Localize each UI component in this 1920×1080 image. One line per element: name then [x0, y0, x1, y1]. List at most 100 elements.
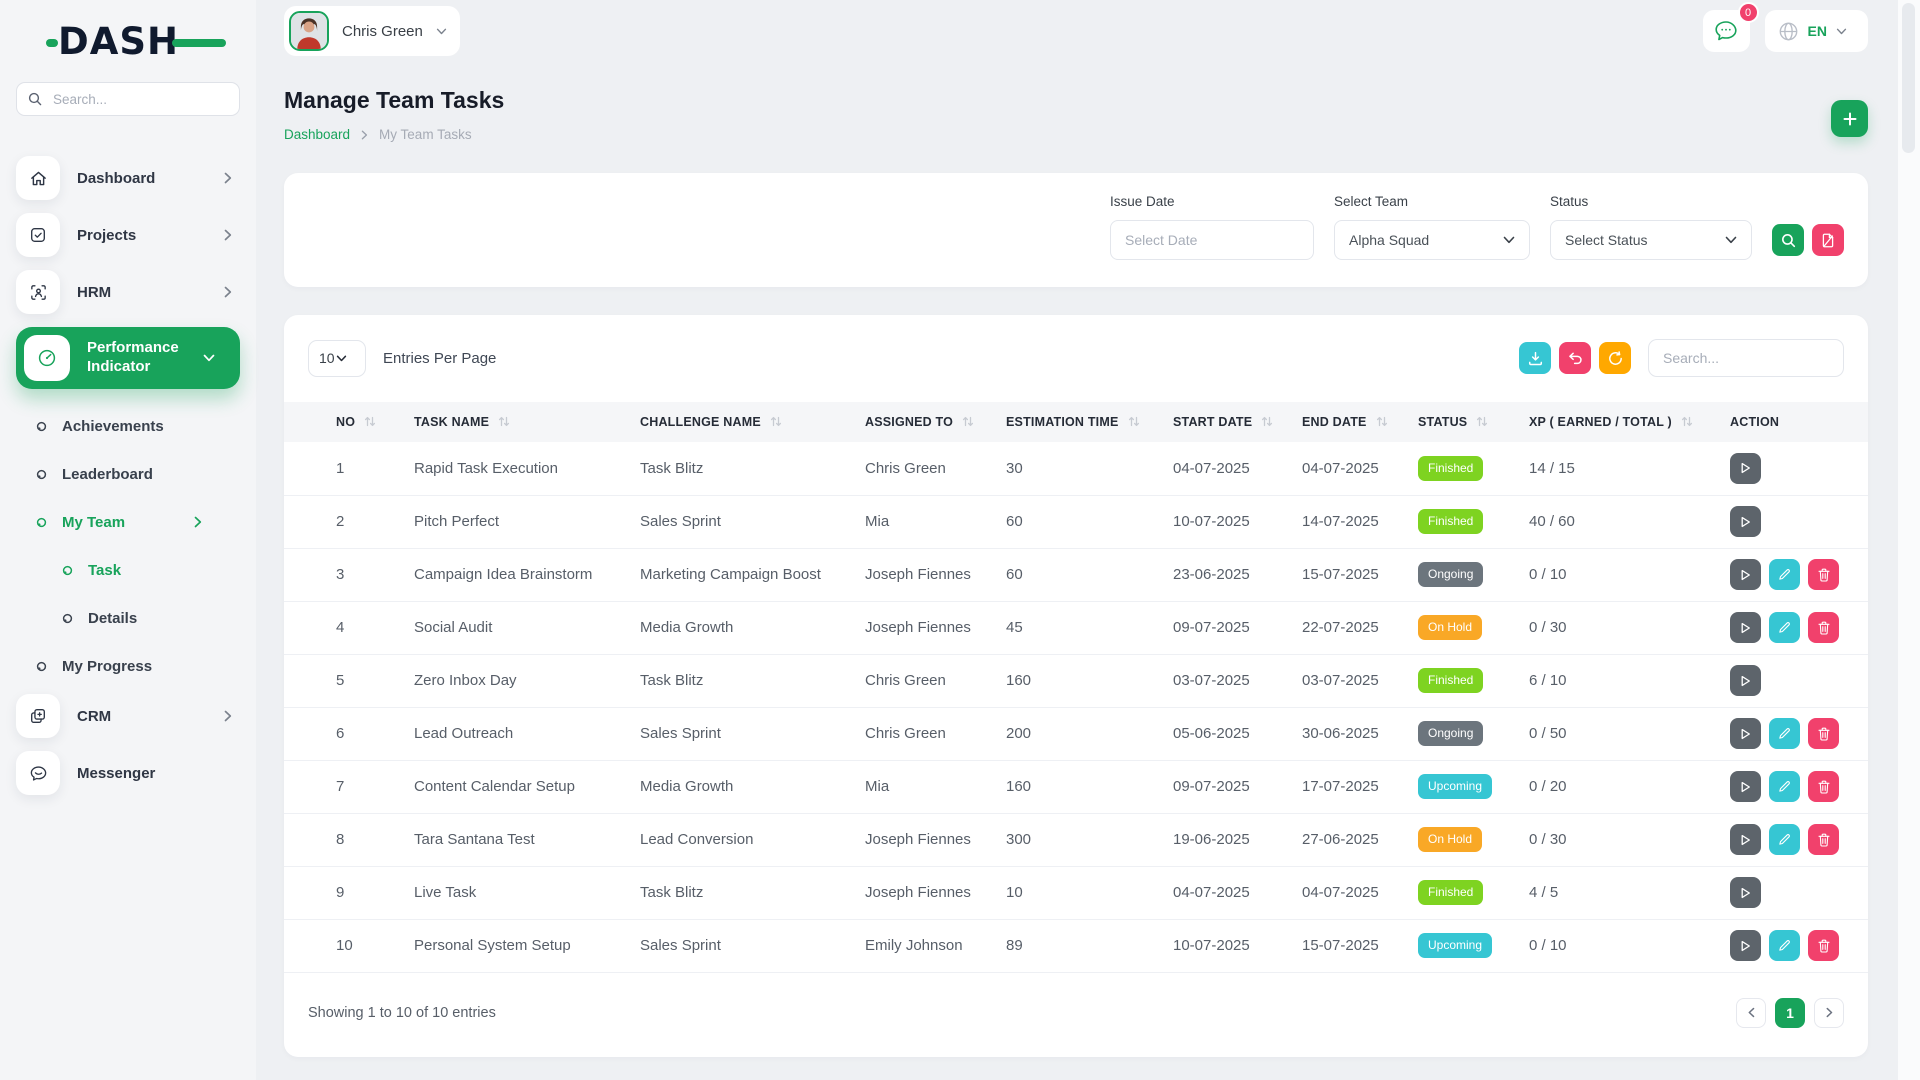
undo-icon [1568, 352, 1583, 365]
cell-start-date: 09-07-2025 [1165, 760, 1294, 813]
status-select-value: Select Status [1565, 232, 1648, 248]
add-task-button[interactable] [1831, 100, 1868, 137]
scrollbar[interactable] [1898, 0, 1920, 1080]
export-download-button[interactable] [1519, 342, 1551, 374]
sidebar-item-leaderboard[interactable]: Leaderboard [16, 450, 240, 498]
sidebar-item-achievements[interactable]: Achievements [16, 402, 240, 450]
delete-task-button[interactable] [1808, 824, 1839, 855]
table-row: 4Social AuditMedia GrowthJoseph Fiennes4… [284, 601, 1868, 654]
entries-per-page-select[interactable]: 10 [308, 340, 366, 377]
view-task-button[interactable] [1730, 824, 1761, 855]
view-task-button[interactable] [1730, 930, 1761, 961]
cell-start-date: 05-06-2025 [1165, 707, 1294, 760]
pagination-prev-button[interactable] [1736, 998, 1766, 1028]
delete-task-button[interactable] [1808, 612, 1839, 643]
column-header-xp[interactable]: XP ( EARNED / TOTAL ) [1521, 402, 1722, 442]
view-task-button[interactable] [1730, 612, 1761, 643]
view-task-button[interactable] [1730, 665, 1761, 696]
sidebar-item-hrm[interactable]: HRM [16, 270, 240, 314]
chevron-right-icon [361, 130, 368, 140]
main-area: Chris Green 0 EN Manage Team Tasks [256, 0, 1898, 1080]
edit-task-button[interactable] [1769, 930, 1800, 961]
cell-assigned-to: Chris Green [857, 442, 998, 495]
delete-task-button[interactable] [1808, 771, 1839, 802]
pagination-next-button[interactable] [1814, 998, 1844, 1028]
cell-estimation-time: 60 [998, 495, 1165, 548]
sidebar-item-messenger[interactable]: Messenger [16, 751, 240, 795]
cell-assigned-to: Chris Green [857, 707, 998, 760]
cell-status: Finished [1410, 495, 1521, 548]
view-task-button[interactable] [1730, 559, 1761, 590]
column-header-end-date[interactable]: END DATE [1294, 402, 1410, 442]
edit-task-button[interactable] [1769, 612, 1800, 643]
sidebar-item-label: HRM [77, 284, 224, 301]
sidebar-search-input[interactable] [51, 91, 228, 108]
column-header-status[interactable]: STATUS [1410, 402, 1521, 442]
sidebar-item-my-team[interactable]: My Team [16, 498, 240, 546]
column-header-start-date[interactable]: START DATE [1165, 402, 1294, 442]
filter-clear-button[interactable] [1812, 224, 1844, 256]
cell-challenge-name: Task Blitz [632, 654, 857, 707]
cell-no: 7 [284, 760, 406, 813]
column-header-estimation-time[interactable]: ESTIMATION TIME [998, 402, 1165, 442]
view-task-button[interactable] [1730, 771, 1761, 802]
status-badge: Upcoming [1418, 774, 1492, 799]
sidebar-item-my-progress[interactable]: My Progress [16, 642, 240, 690]
sort-icon [962, 416, 974, 427]
view-task-button[interactable] [1730, 453, 1761, 484]
refresh-button[interactable] [1599, 342, 1631, 374]
cell-start-date: 19-06-2025 [1165, 813, 1294, 866]
table-row: 2Pitch PerfectSales SprintMia6010-07-202… [284, 495, 1868, 548]
table-row: 7Content Calendar SetupMedia GrowthMia16… [284, 760, 1868, 813]
trash-icon [1818, 727, 1830, 741]
edit-task-button[interactable] [1769, 718, 1800, 749]
cell-challenge-name: Lead Conversion [632, 813, 857, 866]
sidebar-item-crm[interactable]: CRM [16, 694, 240, 738]
sidebar-item-task[interactable]: Task [16, 546, 240, 594]
cell-task-name: Content Calendar Setup [406, 760, 632, 813]
cell-challenge-name: Media Growth [632, 760, 857, 813]
column-header-challenge-name[interactable]: CHALLENGE NAME [632, 402, 857, 442]
user-menu[interactable]: Chris Green [284, 6, 460, 56]
view-task-button[interactable] [1730, 718, 1761, 749]
issue-date-input[interactable] [1110, 220, 1314, 260]
sidebar-item-performance-indicator[interactable]: Performance Indicator [16, 327, 240, 389]
edit-task-button[interactable] [1769, 559, 1800, 590]
edit-task-button[interactable] [1769, 771, 1800, 802]
team-select[interactable]: Alpha Squad [1334, 220, 1530, 260]
cell-status: Upcoming [1410, 760, 1521, 813]
messages-button[interactable]: 0 [1703, 10, 1750, 52]
performance-submenu: Achievements Leaderboard My Team Task [16, 402, 240, 690]
sidebar-item-details[interactable]: Details [16, 594, 240, 642]
play-icon [1740, 728, 1751, 740]
delete-task-button[interactable] [1808, 559, 1839, 590]
status-select[interactable]: Select Status [1550, 220, 1752, 260]
column-header-assigned-to[interactable]: ASSIGNED TO [857, 402, 998, 442]
language-selector[interactable]: EN [1765, 10, 1868, 52]
pencil-icon [1778, 939, 1791, 952]
column-header-no[interactable]: NO [284, 402, 406, 442]
column-header-task-name[interactable]: TASK NAME [406, 402, 632, 442]
delete-task-button[interactable] [1808, 718, 1839, 749]
clear-filter-icon [1821, 233, 1835, 248]
filter-search-button[interactable] [1772, 224, 1804, 256]
sidebar-item-label: CRM [77, 708, 224, 725]
breadcrumb-dashboard-link[interactable]: Dashboard [284, 127, 350, 142]
undo-button[interactable] [1559, 342, 1591, 374]
cell-xp: 0 / 10 [1521, 919, 1722, 972]
sidebar-item-dashboard[interactable]: Dashboard [16, 156, 240, 200]
pagination-page-1-button[interactable]: 1 [1775, 998, 1805, 1028]
edit-task-button[interactable] [1769, 824, 1800, 855]
view-task-button[interactable] [1730, 506, 1761, 537]
status-badge: Upcoming [1418, 933, 1492, 958]
cell-actions [1722, 654, 1868, 707]
delete-task-button[interactable] [1808, 930, 1839, 961]
cell-status: Finished [1410, 442, 1521, 495]
view-task-button[interactable] [1730, 877, 1761, 908]
scrollbar-thumb[interactable] [1902, 3, 1915, 153]
sidebar-item-projects[interactable]: Projects [16, 213, 240, 257]
play-icon [1740, 569, 1751, 581]
sort-icon [1128, 416, 1140, 427]
table-search-input[interactable] [1648, 339, 1844, 377]
cell-actions [1722, 866, 1868, 919]
